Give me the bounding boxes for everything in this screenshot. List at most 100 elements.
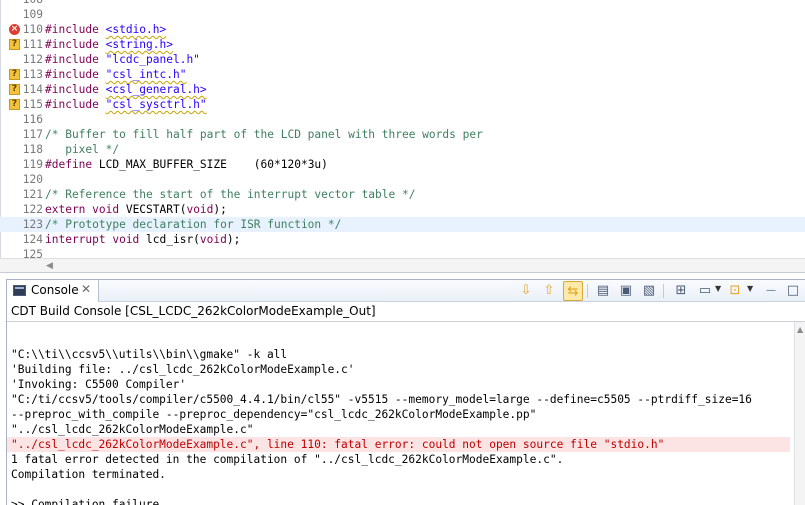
chevron-down-icon[interactable]: ▼	[747, 284, 753, 293]
code-text: #define LCD_MAX_BUFFER_SIZE (60*120*3u)	[45, 157, 328, 172]
console-line: "C:\\ti\\ccsv5\\utils\\bin\\gmake" -k al…	[11, 348, 288, 361]
line-number: 119	[22, 158, 43, 171]
code-token: interrupt void	[45, 233, 140, 246]
console-line: Compilation terminated.	[11, 468, 166, 481]
line-number: 114	[22, 83, 43, 96]
code-line[interactable]: 108	[0, 0, 805, 7]
minimize-icon[interactable]: —	[761, 281, 781, 301]
console-icon	[13, 285, 26, 296]
maximize-icon[interactable]: □	[783, 281, 803, 301]
code-line[interactable]: 120	[0, 172, 805, 187]
code-line[interactable]: 119 #define LCD_MAX_BUFFER_SIZE (60*120*3…	[0, 157, 805, 172]
console-vertical-scrollbar[interactable]: ▲	[794, 322, 805, 505]
line-number: 113	[22, 68, 43, 81]
toolbar-separator	[663, 284, 664, 298]
code-token: #include	[45, 68, 106, 81]
console-line: --preproc_with_compile --preproc_depende…	[11, 408, 537, 421]
code-line[interactable]: 109	[0, 7, 805, 22]
warning-marker-icon[interactable]: ?	[9, 69, 20, 80]
line-number: 122	[22, 203, 43, 216]
display-selected-console-icon[interactable]: ▭	[695, 281, 715, 301]
warning-marker-icon[interactable]: ?	[9, 84, 20, 95]
code-line[interactable]: × 110 #include <stdio.h>	[0, 22, 805, 37]
open-console-icon[interactable]: ⊡	[725, 281, 745, 301]
clear-console-icon[interactable]: ▤	[593, 281, 613, 301]
tab-console[interactable]: Console ✕	[7, 280, 99, 302]
code-text: #include "lcdc_panel.h"	[45, 52, 200, 67]
code-token: /* Prototype declaration for ISR functio…	[45, 218, 342, 231]
line-number: 118	[22, 143, 43, 156]
code-text: /* Reference the start of the interrupt …	[45, 187, 415, 202]
code-text: #include "csl_intc.h"	[45, 67, 186, 82]
new-console-icon[interactable]: ⊞	[671, 281, 691, 301]
warning-marker-icon[interactable]: ?	[9, 99, 20, 110]
code-token: );	[226, 233, 241, 246]
code-token: void	[186, 203, 214, 216]
console-line: >> Compilation failure	[11, 498, 160, 505]
code-token: extern void	[45, 203, 120, 216]
code-text: #include <stdio.h>	[45, 22, 166, 37]
code-line[interactable]: ? 114 #include <csl_general.h>	[0, 82, 805, 97]
code-token: );	[213, 203, 227, 216]
scroll-lock-icon[interactable]: ⇆	[563, 281, 583, 301]
code-line[interactable]: 122 extern void VECSTART(void);	[0, 202, 805, 217]
code-text: /* Prototype declaration for ISR functio…	[45, 217, 341, 232]
code-line[interactable]: ? 115 #include "csl_sysctrl.h"	[0, 97, 805, 112]
code-token: /* Buffer to fill half part of the LCD p…	[45, 128, 483, 141]
code-token: #include	[45, 38, 106, 51]
line-number: 109	[22, 8, 43, 21]
code-line[interactable]: 124 interrupt void lcd_isr(void);	[0, 232, 805, 247]
code-token: VECSTART(	[119, 203, 187, 216]
toolbar-separator	[587, 284, 588, 298]
code-text: pixel */	[45, 142, 119, 157]
code-token: "csl_sysctrl.h"	[105, 98, 207, 111]
code-token: <string.h>	[105, 38, 173, 51]
line-number: 108	[20, 0, 43, 7]
scroll-down-icon[interactable]: ⇩	[516, 281, 536, 301]
console-subtitle: CDT Build Console [CSL_LCDC_262kColorMod…	[11, 304, 376, 318]
code-editor[interactable]: 108109×110#include <stdio.h>?111#include…	[0, 0, 805, 272]
code-line[interactable]: 118 pixel */	[0, 142, 805, 157]
code-token: #include	[45, 83, 106, 96]
code-line[interactable]: ? 111 #include <string.h>	[0, 37, 805, 52]
code-token: "csl_intc.h"	[105, 68, 187, 81]
line-number: 117	[22, 128, 43, 141]
code-token: #include	[45, 53, 106, 66]
code-token: "lcdc_panel.h"	[105, 53, 200, 66]
code-line[interactable]: 123/* Prototype declaration for ISR func…	[0, 217, 805, 232]
warning-marker-icon[interactable]: ?	[9, 39, 20, 50]
code-line[interactable]: ? 113 #include "csl_intc.h"	[0, 67, 805, 82]
console-tab-label: Console	[31, 283, 79, 297]
editor-bottom-edge	[0, 272, 805, 273]
console-line: "../csl_lcdc_262kColorModeExample.c"	[11, 423, 254, 436]
code-line[interactable]: 116	[0, 112, 805, 127]
console-line: 'Building file: ../csl_lcdc_262kColorMod…	[11, 363, 355, 376]
code-text: #include <csl_general.h>	[45, 82, 207, 97]
code-token: LCD_MAX_BUFFER_SIZE (60*120*3u)	[92, 158, 328, 171]
scroll-up-arrow-icon[interactable]: ▲	[797, 325, 803, 334]
code-text: /* Buffer to fill half part of the LCD p…	[45, 127, 483, 142]
line-number: 124	[22, 233, 43, 246]
code-line[interactable]: 117/* Buffer to fill half part of the LC…	[0, 127, 805, 142]
scroll-up-icon[interactable]: ⇧	[539, 281, 559, 301]
chevron-down-icon[interactable]: ▼	[715, 284, 721, 293]
code-token: pixel */	[45, 143, 120, 156]
code-line[interactable]: 112 #include "lcdc_panel.h"	[0, 52, 805, 67]
error-marker-icon[interactable]: ×	[9, 24, 20, 35]
console-view: Console ✕ ⇩ ⇧ ⇆ ▤ ▣ ▧ ⊞ ▭ ▼ ⊡ ▼ — □ CDT …	[6, 279, 805, 505]
code-token: <csl_general.h>	[105, 83, 207, 96]
scroll-left-arrow-icon[interactable]: ◀	[46, 261, 53, 271]
console-output[interactable]: "C:\\ti\\ccsv5\\utils\\bin\\gmake" -k al…	[7, 322, 794, 505]
close-icon[interactable]: ✕	[81, 282, 91, 296]
code-text: extern void VECSTART(void);	[45, 202, 227, 217]
console-error-line: "../csl_lcdc_262kColorModeExample.c", li…	[7, 437, 790, 452]
pin-console-icon[interactable]: ▣	[616, 281, 636, 301]
editor-horizontal-scrollbar[interactable]: ◀	[0, 258, 805, 272]
console-line: "C:/ti/ccsv5/tools/compiler/c5500_4.4.1/…	[11, 393, 752, 406]
code-token: <stdio.h>	[105, 23, 167, 36]
code-line[interactable]: 121/* Reference the start of the interru…	[0, 187, 805, 202]
remove-launch-icon[interactable]: ▧	[639, 281, 659, 301]
line-number: 116	[22, 113, 43, 126]
